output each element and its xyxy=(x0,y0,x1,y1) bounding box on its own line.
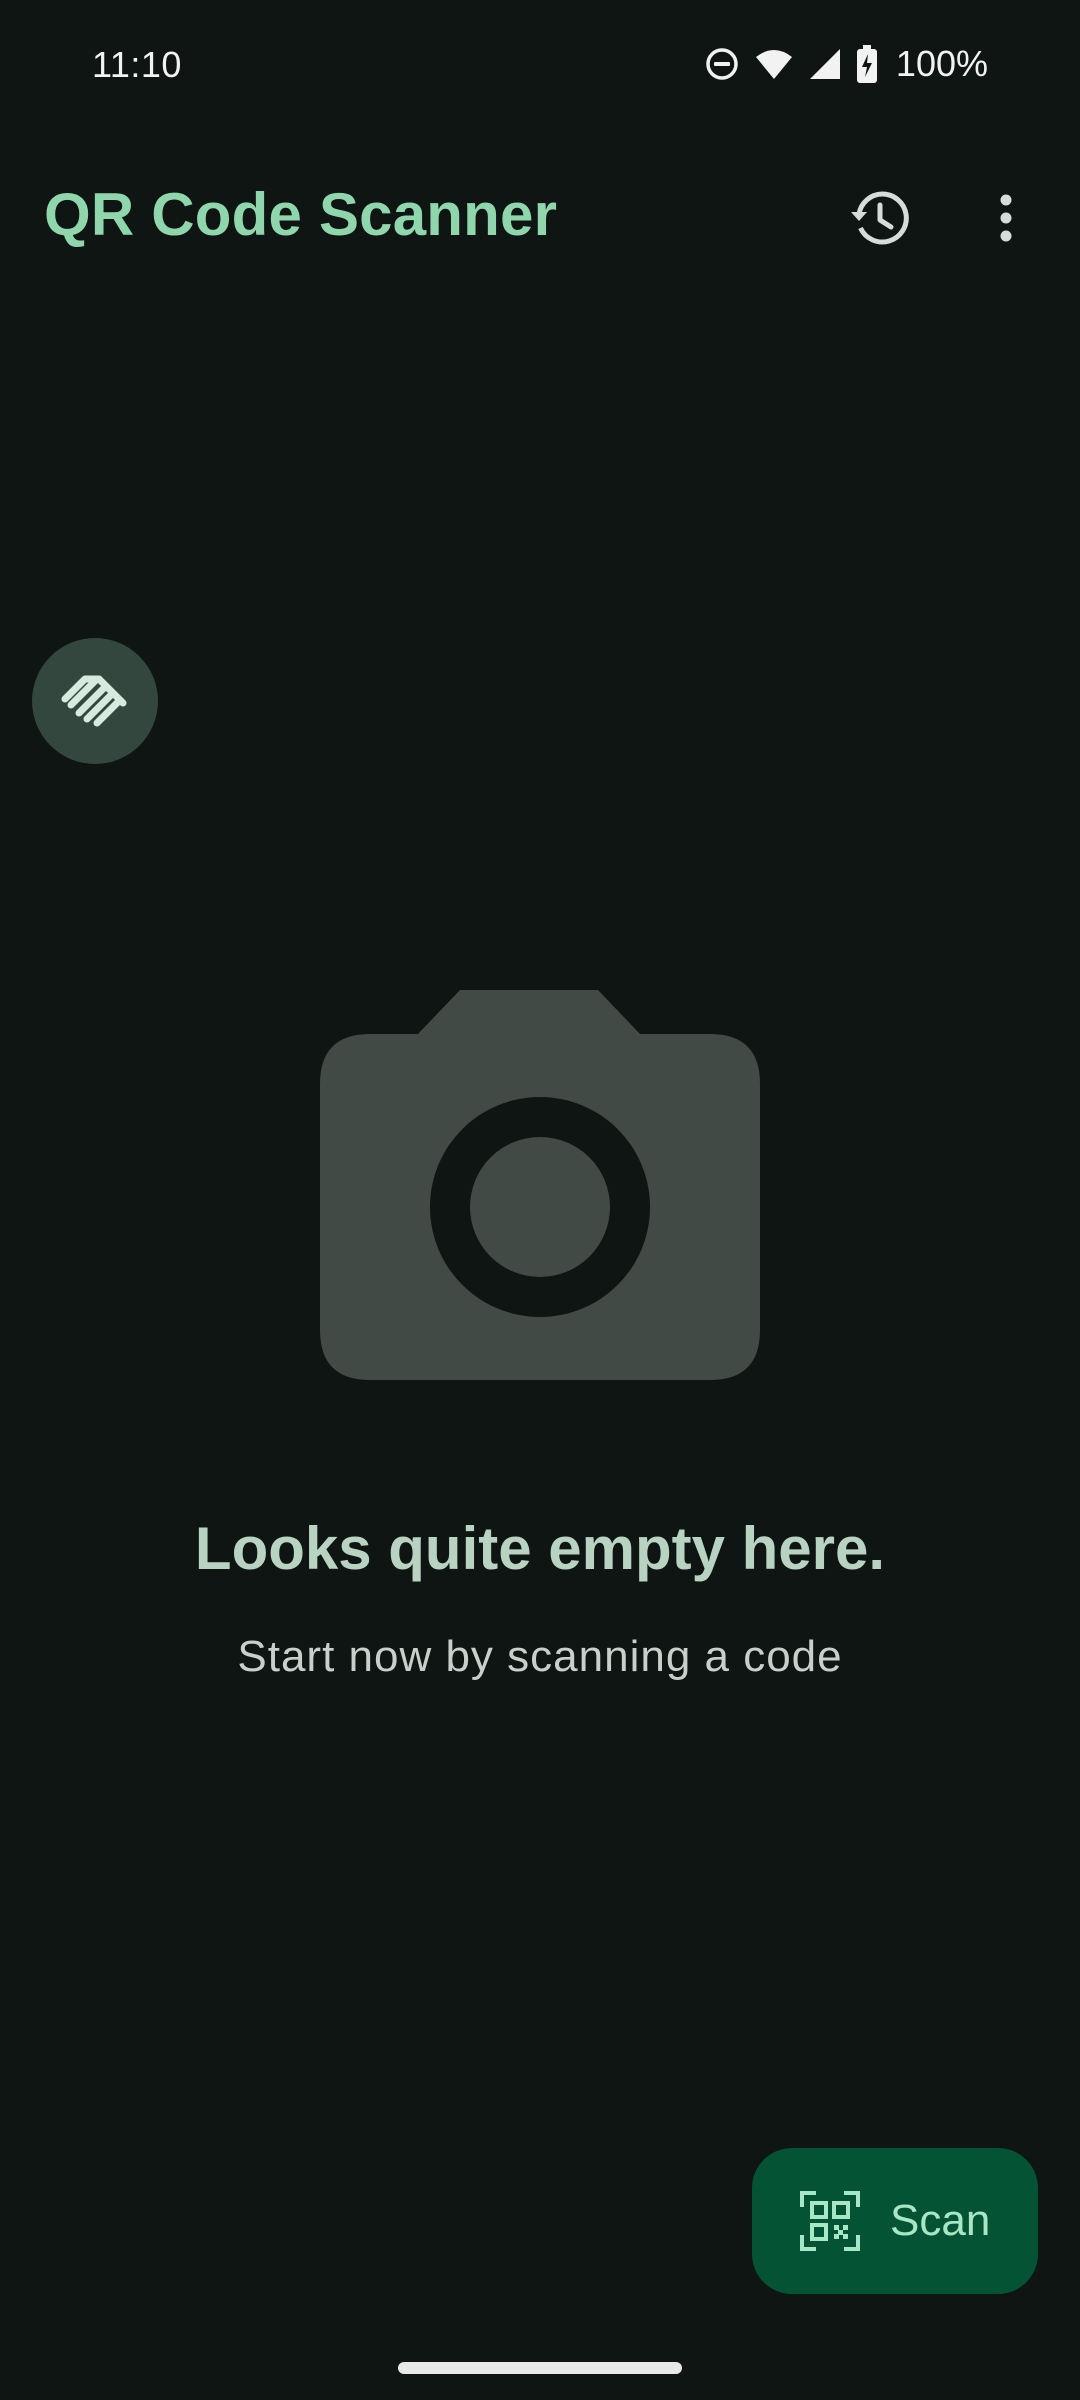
cell-signal-icon xyxy=(808,47,842,81)
empty-state-subtitle: Start now by scanning a code xyxy=(237,1632,843,1681)
handshake-icon xyxy=(59,669,131,734)
status-time: 11:10 xyxy=(92,44,182,85)
app-bar: QR Code Scanner xyxy=(0,160,1080,270)
wifi-icon xyxy=(754,47,794,81)
more-options-button[interactable] xyxy=(966,180,1046,260)
gesture-navigation-bar[interactable] xyxy=(398,2362,682,2374)
do-not-disturb-icon xyxy=(704,46,740,82)
more-vert-icon xyxy=(996,193,1016,248)
handshake-button[interactable] xyxy=(32,638,158,764)
scan-button-label: Scan xyxy=(890,2196,991,2245)
status-bar: 11:10 100% xyxy=(0,0,1080,130)
status-icons: 100% xyxy=(704,42,988,86)
camera-icon xyxy=(320,990,760,1390)
history-button[interactable] xyxy=(840,180,920,260)
qr-scan-icon xyxy=(800,2191,860,2251)
history-icon xyxy=(850,188,910,253)
app-title: QR Code Scanner xyxy=(44,181,558,248)
empty-state-title: Looks quite empty here. xyxy=(194,1515,886,1582)
battery-charging-icon xyxy=(856,45,878,83)
battery-percent: 100% xyxy=(895,43,988,84)
scan-button[interactable]: Scan xyxy=(752,2148,1038,2294)
